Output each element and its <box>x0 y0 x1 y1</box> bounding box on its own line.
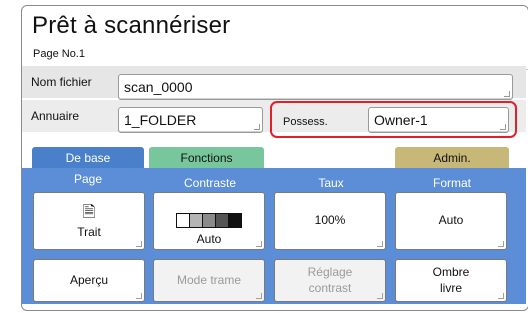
contrast-level-segment <box>190 214 203 227</box>
book-shadow-label: Ombre livre <box>432 264 470 295</box>
page-number: Page No.1 <box>33 48 85 60</box>
contrast-level-segment <box>229 214 241 227</box>
filename-field[interactable]: scan_0000 <box>118 74 513 100</box>
tab-admin[interactable]: Admin. <box>395 147 509 169</box>
column-header-format: Format <box>432 176 471 190</box>
contrast-button[interactable]: Auto <box>153 192 265 250</box>
screen-mode-button[interactable]: Mode trame <box>153 259 265 302</box>
contrast-level-segment <box>177 214 190 227</box>
contrast-adjust-button[interactable]: Réglage contrast <box>274 259 386 302</box>
document-icon: 🗎 <box>82 204 96 221</box>
directory-label: Annuaire <box>31 109 80 123</box>
filename-label: Nom fichier <box>31 75 92 89</box>
book-shadow-button[interactable]: Ombre livre <box>395 259 507 302</box>
format-button[interactable]: Auto <box>395 192 507 250</box>
directory-field[interactable]: 1_FOLDER <box>118 107 263 133</box>
column-header-contrast: Contraste <box>183 176 237 190</box>
contrast-level-segment <box>216 214 229 227</box>
page-title: Prêt à scannériser <box>32 12 231 39</box>
column-header-rate: Taux <box>318 176 344 190</box>
page-mode-label: Trait <box>77 225 101 239</box>
page-mode-button[interactable]: 🗎 Trait <box>33 192 145 250</box>
contrast-adjust-label: Réglage contrast <box>307 264 353 295</box>
tab-de-base[interactable]: De base <box>32 147 144 169</box>
contrast-label: Auto <box>196 232 222 246</box>
preview-button[interactable]: Aperçu <box>33 259 145 302</box>
rate-label: 100% <box>314 213 346 228</box>
owner-label: Possess. <box>283 116 328 128</box>
screen-mode-label: Mode trame <box>176 272 242 287</box>
rate-button[interactable]: 100% <box>274 192 386 250</box>
contrast-level-segment <box>203 214 216 227</box>
contrast-level-indicator <box>176 213 242 228</box>
preview-label: Aperçu <box>69 272 109 287</box>
column-header-page: Page <box>73 172 103 186</box>
format-label: Auto <box>438 213 464 228</box>
owner-field[interactable]: Owner-1 <box>368 107 509 133</box>
tab-fonctions[interactable]: Fonctions <box>149 147 264 169</box>
